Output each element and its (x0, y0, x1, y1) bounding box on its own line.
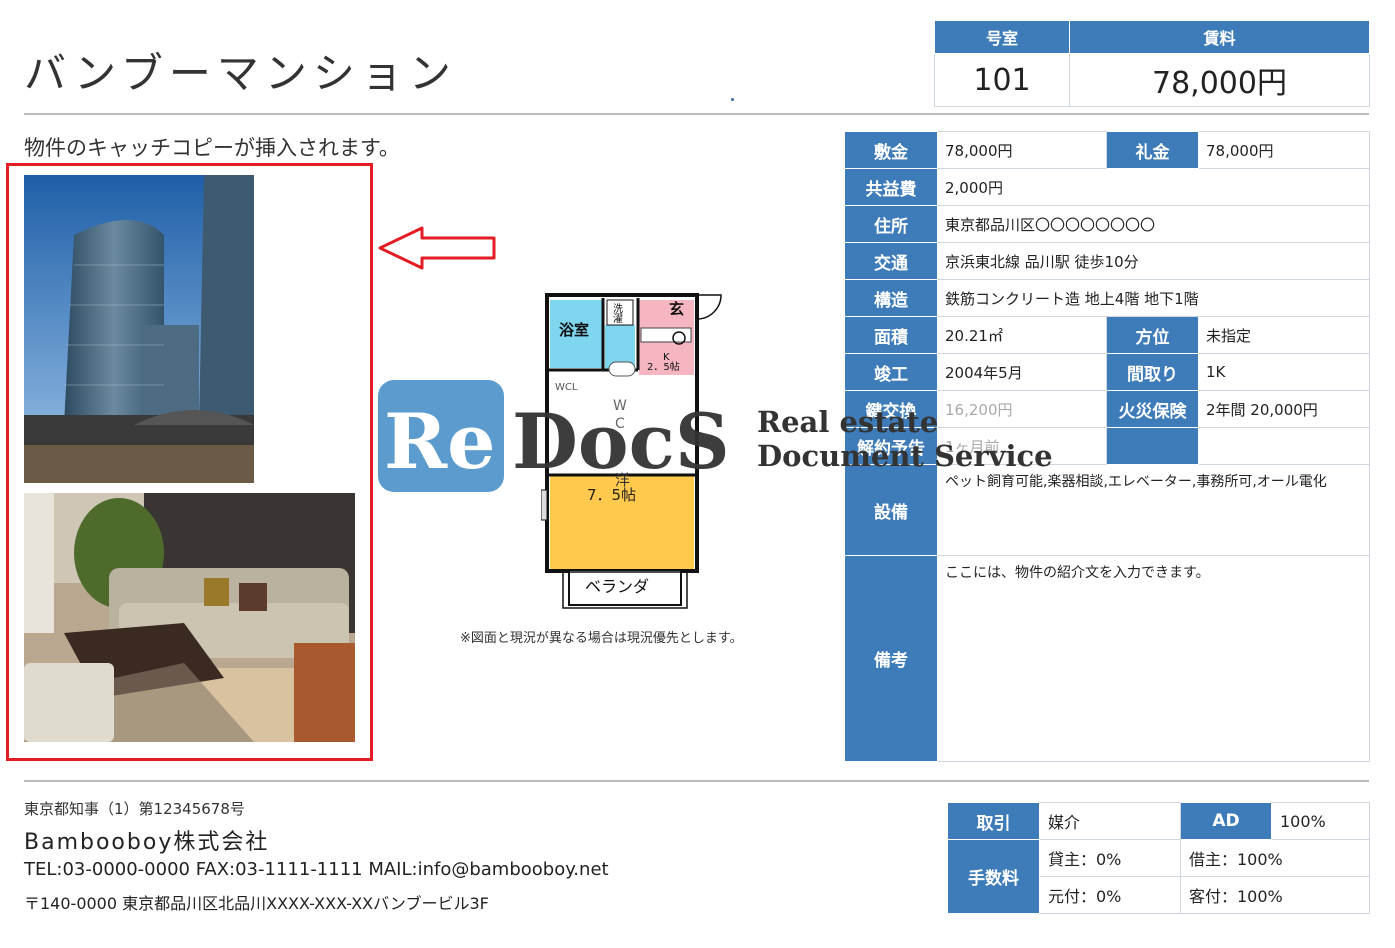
decorative-dot (731, 98, 734, 101)
room-label: 号室 (934, 20, 1070, 54)
area-value: 20.21㎡ (937, 316, 1107, 354)
fee-table: 取引 媒介 AD 100% 手数料 貸主：0% 借主：100% 元付：0% 客付… (947, 802, 1370, 914)
built-label: 竣工 (844, 353, 938, 391)
facilities-label: 設備 (844, 464, 938, 556)
layout-label: 間取り (1106, 353, 1199, 391)
address-value: 東京都品川区〇〇〇〇〇〇〇〇 (937, 205, 1370, 243)
common-fee-label: 共益費 (844, 168, 938, 206)
deal-label: 取引 (947, 802, 1040, 840)
commission-label: 手数料 (947, 839, 1040, 914)
rent-label: 賃料 (1069, 20, 1370, 54)
watermark-line-1: Real estate (757, 405, 939, 439)
room-value: 101 (934, 53, 1070, 107)
ad-value: 100% (1271, 802, 1370, 840)
room-rent-table: 号室 賃料 101 78,000円 (934, 20, 1370, 107)
empty-value (1198, 427, 1370, 465)
origin-commission: 元付：0% (1039, 876, 1181, 914)
address-label: 住所 (844, 205, 938, 243)
remarks-label: 備考 (844, 555, 938, 762)
built-value: 2004年5月 (937, 353, 1107, 391)
floor-plan-note: ※図面と現況が異なる場合は現況優先とします。 (460, 631, 743, 646)
arrow-left-icon (378, 226, 496, 270)
ad-label: AD (1180, 802, 1272, 840)
area-label: 面積 (844, 316, 938, 354)
logo-re-text: Re (384, 397, 496, 486)
company-address: 〒140-0000 東京都品川区北品川XXXX-XXX-XXバンブービル3F (24, 894, 489, 913)
license-number: 東京都知事（1）第12345678号 (24, 800, 245, 818)
kitchen-label-2: 2．5帖 (647, 360, 680, 373)
direction-value: 未指定 (1198, 316, 1370, 354)
deposit-value: 78,000円 (937, 131, 1107, 169)
empty-label (1106, 427, 1199, 465)
balcony-label: ベランダ (585, 577, 649, 596)
contact-info: TEL:03-0000-0000 FAX:03-1111-1111 MAIL:i… (24, 859, 609, 880)
key-money-value: 78,000円 (1198, 131, 1370, 169)
bath-label: 浴室 (559, 321, 589, 339)
deal-value: 媒介 (1039, 802, 1181, 840)
transport-label: 交通 (844, 242, 938, 280)
footer-divider (24, 780, 1369, 782)
company-name: Bambooboy株式会社 (24, 830, 270, 855)
facilities-value: ペット飼育可能,楽器相談,エレベーター,事務所可,オール電化 (937, 464, 1370, 556)
photo-highlight-frame (6, 163, 373, 761)
laundry-label-2: 濯 (613, 313, 623, 325)
common-fee-value: 2,000円 (937, 168, 1370, 206)
catch-copy: 物件のキャッチコピーが挿入されます。 (24, 136, 400, 160)
layout-value: 1K (1198, 353, 1370, 391)
borrower-commission: 借主：100% (1180, 839, 1370, 877)
watermark-line-2: Document Service (757, 439, 1053, 473)
transport-value: 京浜東北線 品川駅 徒歩10分 (937, 242, 1370, 280)
property-name: バンブーマンション (24, 49, 457, 98)
rent-value: 78,000円 (1069, 53, 1370, 107)
direction-label: 方位 (1106, 316, 1199, 354)
insurance-value: 2年間 20,000円 (1198, 390, 1370, 428)
tenant-commission: 貸主：0% (1039, 839, 1181, 877)
logo-docs-text: DocS (512, 397, 728, 486)
insurance-label: 火災保険 (1106, 390, 1199, 428)
header-divider (24, 113, 1369, 115)
redocs-logo: Re DocS (378, 380, 728, 492)
structure-value: 鉄筋コンクリート造 地上4階 地下1階 (937, 279, 1370, 317)
entrance-label: 玄 (669, 300, 684, 318)
remarks-value: ここには、物件の紹介文を入力できます。 (937, 555, 1370, 762)
deposit-label: 敷金 (844, 131, 938, 169)
key-money-label: 礼金 (1106, 131, 1199, 169)
structure-label: 構造 (844, 279, 938, 317)
watermark-text: Real estate Document Service (757, 405, 1053, 473)
guest-commission: 客付：100% (1180, 876, 1370, 914)
